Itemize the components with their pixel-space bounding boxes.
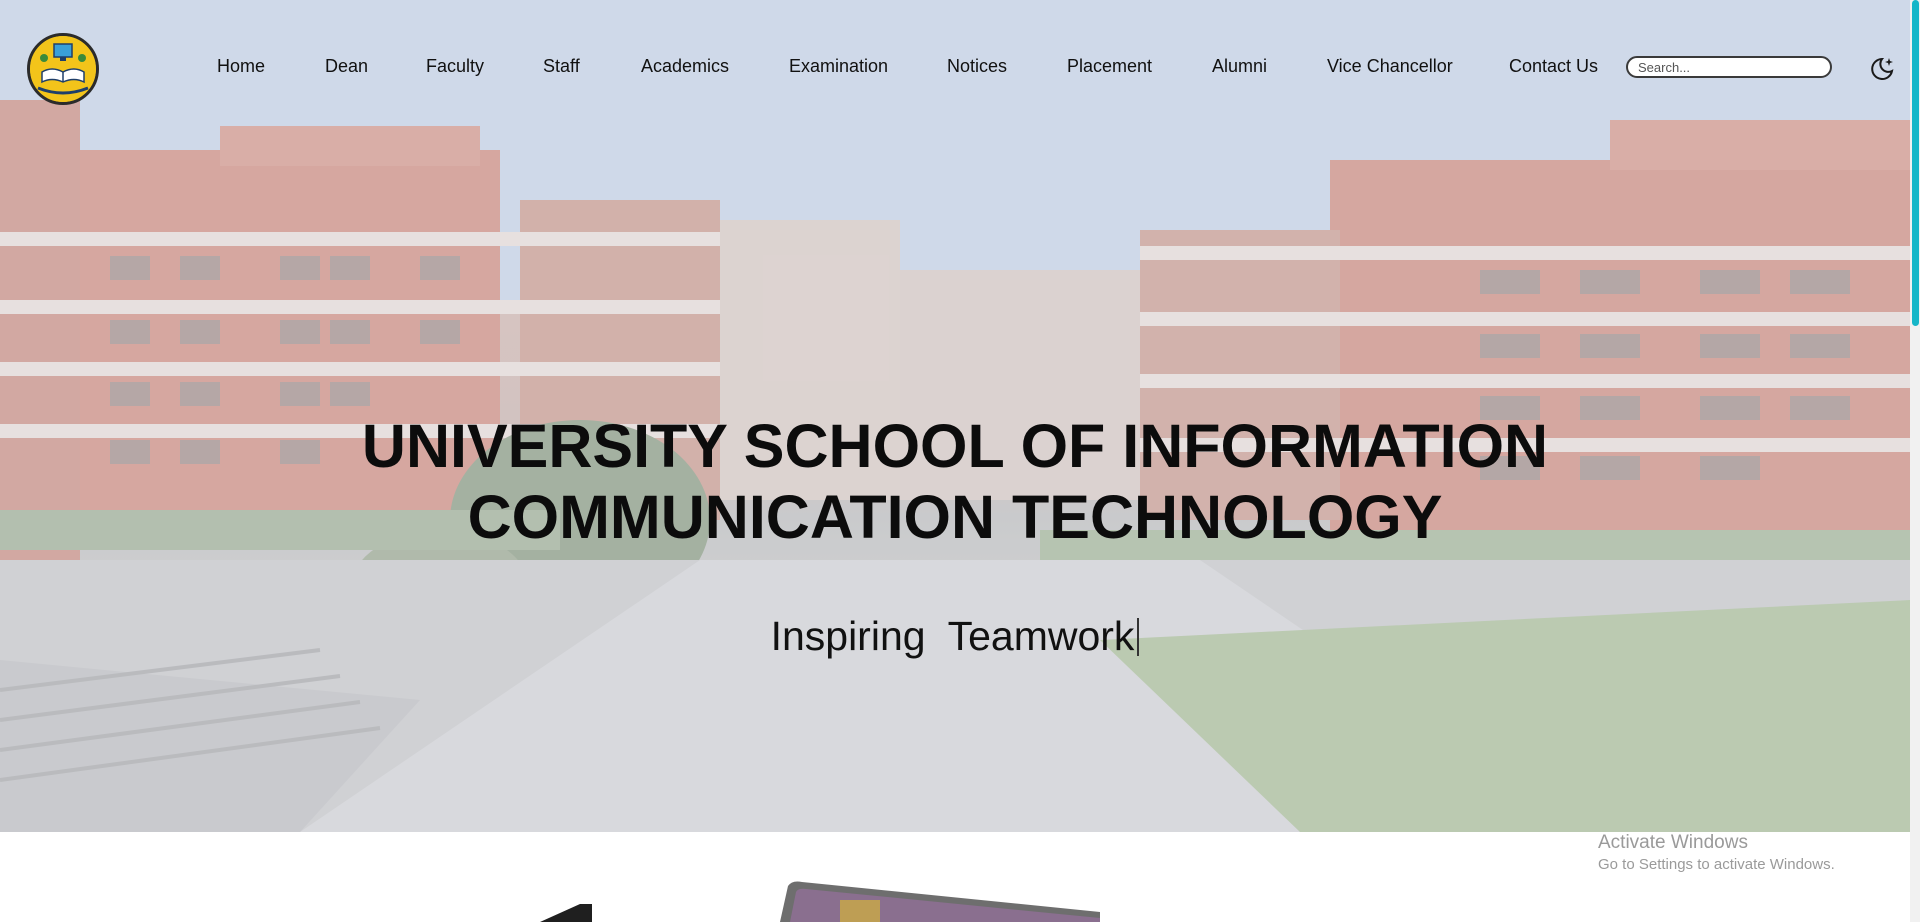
scrollbar-thumb[interactable]	[1912, 0, 1919, 326]
nav-home[interactable]: Home	[217, 56, 265, 77]
activate-windows-title: Activate Windows	[1598, 832, 1748, 853]
nav-academics[interactable]: Academics	[641, 56, 729, 77]
nav-placement[interactable]: Placement	[1067, 56, 1152, 77]
hero-tagline: Inspiring Teamwork	[0, 613, 1910, 660]
nav-alumni[interactable]: Alumni	[1212, 56, 1267, 77]
nav-notices[interactable]: Notices	[947, 56, 1007, 77]
university-logo[interactable]	[27, 33, 99, 105]
content-preview	[540, 881, 1100, 922]
nav-contact-us[interactable]: Contact Us	[1509, 56, 1598, 77]
hero-title: UNIVERSITY SCHOOL OF INFORMATION COMMUNI…	[0, 411, 1910, 553]
tagline-text: Inspiring Teamwork	[770, 613, 1135, 659]
search-input[interactable]	[1626, 56, 1832, 78]
top-navigation-bar: Home Dean Faculty Staff Academics Examin…	[0, 0, 1910, 134]
nav-examination[interactable]: Examination	[789, 56, 888, 77]
hero-title-line-1: UNIVERSITY SCHOOL OF INFORMATION	[361, 411, 1549, 480]
nav-staff[interactable]: Staff	[543, 56, 580, 77]
nav-faculty[interactable]: Faculty	[426, 56, 484, 77]
preview-image-accent	[840, 900, 880, 922]
typing-cursor	[1137, 618, 1140, 656]
preview-image-main	[790, 888, 1100, 922]
preview-image-left	[540, 904, 592, 922]
activate-windows-subtitle: Go to Settings to activate Windows.	[1598, 856, 1835, 873]
moon-icon	[1871, 57, 1894, 80]
nav-vice-chancellor[interactable]: Vice Chancellor	[1327, 56, 1453, 77]
theme-toggle-button[interactable]	[1866, 54, 1896, 84]
logo-emblem-icon	[30, 36, 96, 102]
hero-title-line-2: COMMUNICATION TECHNOLOGY	[467, 482, 1443, 551]
nav-dean[interactable]: Dean	[325, 56, 368, 77]
